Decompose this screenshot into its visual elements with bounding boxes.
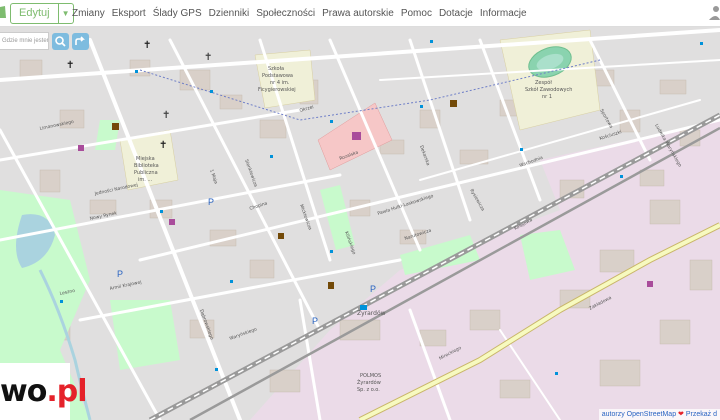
nav-about[interactable]: Informacje: [480, 8, 527, 19]
church-icon: ✝: [66, 60, 74, 71]
parking-icon-4: P: [370, 284, 376, 294]
shop-icon-3: [78, 145, 84, 151]
main-navigation: Zmiany Eksport Ślady GPS Dzienniki Społe…: [72, 0, 527, 26]
school-label-1: Szkoła: [268, 66, 284, 72]
osm-contributors-link[interactable]: autorzy OpenStreetMap: [602, 411, 676, 418]
parking-icon: P: [208, 197, 214, 207]
polmos-label: POLMOS: [360, 373, 381, 379]
school-label-2: Zespół: [535, 79, 552, 86]
shop-icon-4: [647, 281, 653, 287]
edit-button-group: Edytuj ▼: [10, 3, 74, 24]
nav-diaries[interactable]: Dzienniki: [209, 8, 250, 19]
statue-icon: [328, 282, 334, 289]
library-label-d: im. ...: [138, 177, 153, 183]
nav-export[interactable]: Eksport: [112, 8, 146, 19]
library-label: Miejska: [136, 156, 155, 162]
map-canvas[interactable]: ✝ ✝ ✝ ✝ ✝ P P P P Szkoła Podstawowa nr 4…: [0, 26, 720, 420]
osm-logo-icon[interactable]: [0, 5, 6, 19]
search-icon: [55, 35, 66, 47]
monument-icon: [278, 233, 284, 239]
school-label-2b: Szkół Zawodowych: [525, 86, 572, 93]
shop-icon: [352, 132, 361, 140]
nav-communities[interactable]: Społeczności: [256, 8, 315, 19]
park-central: [110, 300, 180, 370]
church-icon-2: ✝: [143, 40, 151, 51]
map-attribution: autorzy OpenStreetMap ❤ Przekaż d: [598, 409, 720, 420]
chevron-down-icon: ▼: [61, 9, 70, 18]
nav-history[interactable]: Zmiany: [72, 8, 105, 19]
cinema-icon: [112, 123, 119, 130]
nav-help[interactable]: Pomoc: [401, 8, 432, 19]
school-label-2c: nr 1: [542, 94, 552, 100]
top-navigation-bar: Edytuj ▼ Zmiany Eksport Ślady GPS Dzienn…: [0, 0, 720, 27]
shop-icon-2: [169, 219, 175, 225]
search-bar: Gdzie mnie jestem?: [0, 32, 89, 50]
school-label-1b: Podstawowa: [262, 73, 293, 79]
church-icon-5: ✝: [159, 140, 167, 151]
library-label-b: Biblioteka: [134, 163, 159, 169]
heart-icon: ❤: [678, 411, 684, 418]
nav-gps-traces[interactable]: Ślady GPS: [153, 8, 202, 19]
nav-donate[interactable]: Dotacje: [439, 8, 473, 19]
logo-text: wo: [0, 374, 47, 409]
museum-icon: [450, 100, 457, 107]
church-icon-3: ✝: [204, 52, 212, 63]
parking-icon-3: P: [312, 316, 318, 326]
edit-button[interactable]: Edytuj: [10, 3, 59, 24]
logo-suffix: .pl: [46, 374, 87, 409]
school-label-1c: nr 4 im.: [270, 80, 290, 86]
school-label-1d: Ficygierowskiej: [258, 87, 296, 93]
donate-link[interactable]: Przekaż d: [686, 411, 717, 418]
directions-icon: [75, 35, 85, 45]
church-icon-4: ✝: [162, 110, 170, 121]
nav-copyright[interactable]: Prawa autorskie: [322, 8, 394, 19]
site-logo: wo.pl: [0, 363, 87, 420]
user-menu-icon[interactable]: [706, 3, 720, 22]
search-button[interactable]: [52, 32, 69, 50]
station-label: Żyrardów: [357, 310, 386, 317]
polmos-label-b: Żyrardów: [357, 379, 381, 386]
library-label-c: Publiczna: [134, 170, 158, 176]
parking-icon-2: P: [117, 269, 123, 279]
search-input[interactable]: Gdzie mnie jestem?: [0, 32, 49, 50]
polmos-label-c: Sp. z o.o.: [357, 387, 380, 393]
directions-button[interactable]: [72, 32, 89, 50]
